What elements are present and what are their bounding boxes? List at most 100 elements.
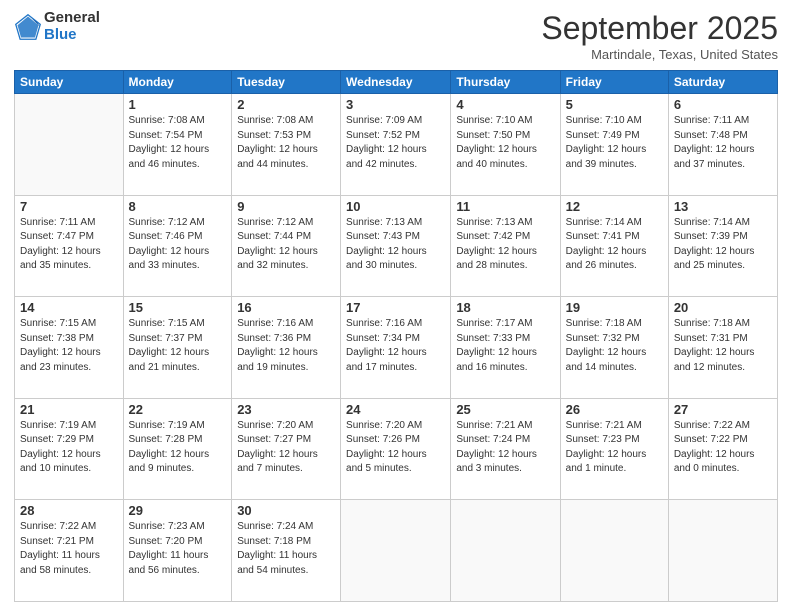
day-info: Sunrise: 7:18 AMSunset: 7:32 PMDaylight:…	[566, 317, 663, 375]
table-row: 16Sunrise: 7:16 AMSunset: 7:36 PMDayligh…	[232, 297, 341, 399]
table-row: 8 Sunrise: 7:12 AMSunset: 7:46 PMDaylight…	[123, 195, 232, 297]
day-number: 30	[237, 503, 335, 518]
table-row: 14Sunrise: 7:15 AMSunset: 7:38 PMDayligh…	[15, 297, 124, 399]
header: General Blue September 2025 Martindale, …	[14, 10, 778, 62]
table-row: 29 Sunrise: 7:23 AMSunset: 7:20 PMDayligh…	[123, 500, 232, 602]
day-number: 6	[674, 97, 772, 112]
day-number: 1	[129, 97, 227, 112]
day-number: 8	[129, 199, 227, 214]
day-info: Sunrise: 7:15 AMSunset: 7:38 PMDaylight:…	[20, 317, 118, 375]
day-number: 12	[566, 199, 663, 214]
day-number: 20	[674, 300, 772, 315]
col-saturday: Saturday	[668, 71, 777, 94]
day-number: 3	[346, 97, 445, 112]
table-row: 19 Sunrise: 7:18 AMSunset: 7:32 PMDayligh…	[560, 297, 668, 399]
calendar-body: 1 Sunrise: 7:08 AMSunset: 7:54 PMDaylight…	[15, 94, 778, 602]
day-info: Sunrise: 7:11 AMSunset: 7:47 PMDaylight:…	[20, 216, 118, 274]
day-number: 7	[20, 199, 118, 214]
col-sunday: Sunday	[15, 71, 124, 94]
logo: General Blue	[14, 10, 100, 43]
table-row: 15 Sunrise: 7:15 AMSunset: 7:37 PMDayligh…	[123, 297, 232, 399]
day-info: Sunrise: 7:23 AMSunset: 7:20 PMDaylight:…	[129, 520, 227, 578]
col-wednesday: Wednesday	[341, 71, 451, 94]
day-number: 18	[456, 300, 554, 315]
table-row: 11Sunrise: 7:13 AMSunset: 7:42 PMDayligh…	[451, 195, 560, 297]
day-number: 15	[129, 300, 227, 315]
day-number: 2	[237, 97, 335, 112]
day-number: 23	[237, 402, 335, 417]
table-row: 2Sunrise: 7:08 AMSunset: 7:53 PMDaylight…	[232, 94, 341, 196]
table-row	[668, 500, 777, 602]
day-number: 26	[566, 402, 663, 417]
day-number: 10	[346, 199, 445, 214]
table-row: 24 Sunrise: 7:20 AMSunset: 7:26 PMDayligh…	[341, 398, 451, 500]
page: General Blue September 2025 Martindale, …	[0, 0, 792, 612]
col-tuesday: Tuesday	[232, 71, 341, 94]
day-info: Sunrise: 7:16 AMSunset: 7:34 PMDaylight:…	[346, 317, 445, 375]
day-number: 24	[346, 402, 445, 417]
title-location: Martindale, Texas, United States	[541, 47, 778, 62]
day-number: 27	[674, 402, 772, 417]
table-row: 12 Sunrise: 7:14 AMSunset: 7:41 PMDayligh…	[560, 195, 668, 297]
day-number: 16	[237, 300, 335, 315]
table-row: 4 Sunrise: 7:10 AMSunset: 7:50 PMDaylight…	[451, 94, 560, 196]
table-row: 22 Sunrise: 7:19 AMSunset: 7:28 PMDayligh…	[123, 398, 232, 500]
day-info: Sunrise: 7:13 AMSunset: 7:43 PMDaylight:…	[346, 216, 445, 274]
table-row	[560, 500, 668, 602]
day-info: Sunrise: 7:20 AMSunset: 7:27 PMDaylight:…	[237, 419, 335, 477]
day-info: Sunrise: 7:19 AMSunset: 7:28 PMDaylight:…	[129, 419, 227, 477]
table-row: 20 Sunrise: 7:18 AMSunset: 7:31 PMDayligh…	[668, 297, 777, 399]
day-info: Sunrise: 7:20 AMSunset: 7:26 PMDaylight:…	[346, 419, 445, 477]
day-info: Sunrise: 7:08 AMSunset: 7:54 PMDaylight:…	[129, 114, 227, 172]
table-row: 13 Sunrise: 7:14 AMSunset: 7:39 PMDayligh…	[668, 195, 777, 297]
day-info: Sunrise: 7:14 AMSunset: 7:41 PMDaylight:…	[566, 216, 663, 274]
day-info: Sunrise: 7:12 AMSunset: 7:46 PMDaylight:…	[129, 216, 227, 274]
table-row: 5 Sunrise: 7:10 AMSunset: 7:49 PMDaylight…	[560, 94, 668, 196]
day-number: 5	[566, 97, 663, 112]
day-info: Sunrise: 7:10 AMSunset: 7:49 PMDaylight:…	[566, 114, 663, 172]
day-info: Sunrise: 7:15 AMSunset: 7:37 PMDaylight:…	[129, 317, 227, 375]
table-row: 26 Sunrise: 7:21 AMSunset: 7:23 PMDayligh…	[560, 398, 668, 500]
day-number: 21	[20, 402, 118, 417]
day-number: 13	[674, 199, 772, 214]
day-info: Sunrise: 7:22 AMSunset: 7:22 PMDaylight:…	[674, 419, 772, 477]
logo-text: General Blue	[44, 10, 100, 43]
table-row	[15, 94, 124, 196]
table-row: 7 Sunrise: 7:11 AMSunset: 7:47 PMDaylight…	[15, 195, 124, 297]
table-row: 10 Sunrise: 7:13 AMSunset: 7:43 PMDayligh…	[341, 195, 451, 297]
day-info: Sunrise: 7:17 AMSunset: 7:33 PMDaylight:…	[456, 317, 554, 375]
table-row: 30Sunrise: 7:24 AMSunset: 7:18 PMDayligh…	[232, 500, 341, 602]
day-number: 28	[20, 503, 118, 518]
col-friday: Friday	[560, 71, 668, 94]
table-row: 17 Sunrise: 7:16 AMSunset: 7:34 PMDayligh…	[341, 297, 451, 399]
logo-blue-text: Blue	[44, 27, 100, 44]
day-info: Sunrise: 7:10 AMSunset: 7:50 PMDaylight:…	[456, 114, 554, 172]
table-row	[341, 500, 451, 602]
day-number: 22	[129, 402, 227, 417]
title-month: September 2025	[541, 10, 778, 47]
day-info: Sunrise: 7:21 AMSunset: 7:24 PMDaylight:…	[456, 419, 554, 477]
table-row: 9Sunrise: 7:12 AMSunset: 7:44 PMDaylight…	[232, 195, 341, 297]
day-number: 17	[346, 300, 445, 315]
day-info: Sunrise: 7:19 AMSunset: 7:29 PMDaylight:…	[20, 419, 118, 477]
title-block: September 2025 Martindale, Texas, United…	[541, 10, 778, 62]
day-info: Sunrise: 7:12 AMSunset: 7:44 PMDaylight:…	[237, 216, 335, 274]
table-row: 25Sunrise: 7:21 AMSunset: 7:24 PMDayligh…	[451, 398, 560, 500]
logo-icon	[14, 13, 42, 41]
day-number: 19	[566, 300, 663, 315]
day-info: Sunrise: 7:21 AMSunset: 7:23 PMDaylight:…	[566, 419, 663, 477]
day-info: Sunrise: 7:09 AMSunset: 7:52 PMDaylight:…	[346, 114, 445, 172]
day-info: Sunrise: 7:18 AMSunset: 7:31 PMDaylight:…	[674, 317, 772, 375]
table-row: 3 Sunrise: 7:09 AMSunset: 7:52 PMDaylight…	[341, 94, 451, 196]
calendar-header: Sunday Monday Tuesday Wednesday Thursday…	[15, 71, 778, 94]
table-row	[451, 500, 560, 602]
day-info: Sunrise: 7:14 AMSunset: 7:39 PMDaylight:…	[674, 216, 772, 274]
table-row: 28Sunrise: 7:22 AMSunset: 7:21 PMDayligh…	[15, 500, 124, 602]
table-row: 23 Sunrise: 7:20 AMSunset: 7:27 PMDayligh…	[232, 398, 341, 500]
table-row: 27 Sunrise: 7:22 AMSunset: 7:22 PMDayligh…	[668, 398, 777, 500]
table-row: 6Sunrise: 7:11 AMSunset: 7:48 PMDaylight…	[668, 94, 777, 196]
day-number: 29	[129, 503, 227, 518]
table-row: 1 Sunrise: 7:08 AMSunset: 7:54 PMDaylight…	[123, 94, 232, 196]
day-number: 4	[456, 97, 554, 112]
logo-general-text: General	[44, 10, 100, 27]
